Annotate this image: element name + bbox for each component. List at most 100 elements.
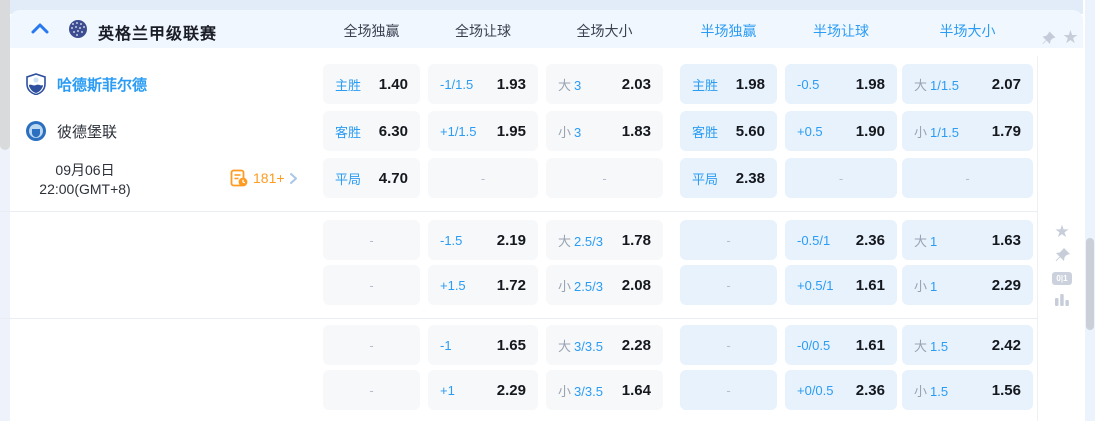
odds-line-label: 小2.5/3 xyxy=(558,276,603,295)
line-value: 1/1.5 xyxy=(930,125,959,140)
over-under-prefix: 小 xyxy=(558,279,571,294)
odds-cell: - xyxy=(680,325,777,365)
line-value: 平局 xyxy=(692,172,718,187)
line-value: 主胜 xyxy=(692,78,718,93)
odds-cell[interactable]: 小31.83 xyxy=(546,111,663,151)
column-header-5[interactable]: 半场让球 xyxy=(781,21,901,41)
empty-odds-dash: - xyxy=(602,171,606,186)
header-pin-icon[interactable] xyxy=(1040,30,1057,47)
column-header-4[interactable]: 半场独赢 xyxy=(669,21,789,41)
header-star-icon[interactable]: ★ xyxy=(1062,30,1079,47)
odds-cell: - xyxy=(680,220,777,260)
odds-line-label: 大3 xyxy=(558,75,581,94)
odds-line-label: +0.5 xyxy=(797,124,823,139)
odds-cell[interactable]: 小3/3.5 1.64 xyxy=(546,370,663,410)
odds-value: 1.64 xyxy=(622,382,651,399)
odds-cell: - xyxy=(680,265,777,305)
odds-cell[interactable]: -1.52.19 xyxy=(428,220,538,260)
right-scrollbar-thumb[interactable] xyxy=(1086,238,1094,330)
odds-cell[interactable]: 大1/1.52.07 xyxy=(902,64,1033,104)
odds-cell[interactable]: -0.5/12.36 xyxy=(785,220,897,260)
column-header-6[interactable]: 半场大小 xyxy=(908,21,1028,41)
odds-line-label: 主胜 xyxy=(692,75,718,94)
odds-cell[interactable]: 大3/3.5 2.28 xyxy=(546,325,663,365)
empty-odds-dash: - xyxy=(726,278,730,293)
odds-cell[interactable]: +12.29 xyxy=(428,370,538,410)
over-under-prefix: 大 xyxy=(558,339,571,354)
odds-cell[interactable]: -11.65 xyxy=(428,325,538,365)
empty-odds-dash: - xyxy=(369,383,373,398)
odds-value: 5.60 xyxy=(736,123,765,140)
line-value: 3/3.5 xyxy=(574,339,603,354)
odds-cell[interactable]: -1/1.5 1.93 xyxy=(428,64,538,104)
odds-line-label: -1 xyxy=(440,338,452,353)
line-value: 1 xyxy=(930,234,937,249)
odds-value: 2.42 xyxy=(992,337,1021,354)
line-value: 3/3.5 xyxy=(574,384,603,399)
odds-cell[interactable]: -0/0.51.61 xyxy=(785,325,897,365)
odds-cell: - xyxy=(323,370,420,410)
pin-match-icon[interactable] xyxy=(1052,246,1072,266)
odds-cell[interactable]: 客胜 5.60 xyxy=(680,111,777,151)
line-value: -0/0.5 xyxy=(797,338,830,353)
odds-cell[interactable]: +0/0.52.36 xyxy=(785,370,897,410)
odds-cell[interactable]: 大32.03 xyxy=(546,64,663,104)
odds-row-2: 客胜6.30+1/1.51.95小31.83 客胜 5.60 +0.51.90小1/1… xyxy=(10,111,1037,151)
odds-value: 2.28 xyxy=(622,337,651,354)
empty-odds-dash: - xyxy=(726,338,730,353)
odds-value: 1.93 xyxy=(497,76,526,93)
odds-cell[interactable]: +0.51.90 xyxy=(785,111,897,151)
odds-row-5: -+1.51.72小2.5/32.08-+0.5/11.61小12.29 xyxy=(10,265,1037,305)
odds-cell[interactable]: +1/1.51.95 xyxy=(428,111,538,151)
odds-cell[interactable]: 平局4.70 xyxy=(323,158,420,198)
odds-cell: - xyxy=(323,265,420,305)
line-value: 1.5 xyxy=(930,384,948,399)
odds-cell[interactable]: 客胜6.30 xyxy=(323,111,420,151)
odds-line-label: 大1 xyxy=(914,231,937,250)
odds-value: 1.98 xyxy=(856,76,885,93)
over-under-prefix: 小 xyxy=(914,384,927,399)
odds-cell[interactable]: 平局2.38 xyxy=(680,158,777,198)
odds-cell: - xyxy=(546,158,663,198)
odds-cell[interactable]: 大1.52.42 xyxy=(902,325,1033,365)
odds-cell[interactable]: 小1.5 1.56 xyxy=(902,370,1033,410)
odds-value: 2.19 xyxy=(497,232,526,249)
column-header-1[interactable]: 全场独赢 xyxy=(312,21,432,41)
odds-line-label: 平局 xyxy=(335,169,361,188)
odds-format-label: 0|1 xyxy=(1056,274,1067,283)
odds-cell[interactable]: 小1/1.51.79 xyxy=(902,111,1033,151)
odds-value: 1.83 xyxy=(622,123,651,140)
odds-value: 1.56 xyxy=(992,382,1021,399)
odds-line-label: 小1.5 xyxy=(914,381,948,400)
odds-cell[interactable]: +0.5/11.61 xyxy=(785,265,897,305)
column-header-3[interactable]: 全场大小 xyxy=(545,21,665,41)
odds-line-label: 小3/3.5 xyxy=(558,381,603,400)
line-value: -1 xyxy=(440,338,452,353)
odds-value: 2.08 xyxy=(622,277,651,294)
right-scrollbar-track[interactable] xyxy=(1085,0,1095,421)
odds-line-label: -0/0.5 xyxy=(797,338,830,353)
odds-value: 1.72 xyxy=(497,277,526,294)
odds-cell[interactable]: 主胜1.98 xyxy=(680,64,777,104)
empty-odds-dash: - xyxy=(369,233,373,248)
column-header-2[interactable]: 全场让球 xyxy=(423,21,543,41)
odds-cell[interactable]: +1.51.72 xyxy=(428,265,538,305)
odds-line-label: -1/1.5 xyxy=(440,77,473,92)
line-value: -1/1.5 xyxy=(440,77,473,92)
stats-chart-icon[interactable] xyxy=(1052,290,1072,310)
odds-cell[interactable]: 大2.5/31.78 xyxy=(546,220,663,260)
odds-cell[interactable]: 大11.63 xyxy=(902,220,1033,260)
odds-format-toggle-icon[interactable]: 0|1 xyxy=(1052,272,1072,285)
odds-cell[interactable]: 主胜1.40 xyxy=(323,64,420,104)
line-value: +0/0.5 xyxy=(797,383,834,398)
over-under-prefix: 大 xyxy=(914,234,927,249)
odds-cell[interactable]: -0.5 1.98 xyxy=(785,64,897,104)
line-value: -0.5 xyxy=(797,77,819,92)
odds-cell[interactable]: 小12.29 xyxy=(902,265,1033,305)
odds-row-6: --11.65大3/3.52.28--0/0.51.61大1.52.42 xyxy=(10,325,1037,365)
collapse-chevron-up-icon[interactable] xyxy=(30,21,50,37)
line-value: 客胜 xyxy=(692,125,718,140)
odds-cell[interactable]: 小2.5/3 2.08 xyxy=(546,265,663,305)
left-scrollbar-thumb[interactable] xyxy=(0,0,10,150)
favorite-star-icon[interactable]: ★ xyxy=(1052,222,1072,242)
